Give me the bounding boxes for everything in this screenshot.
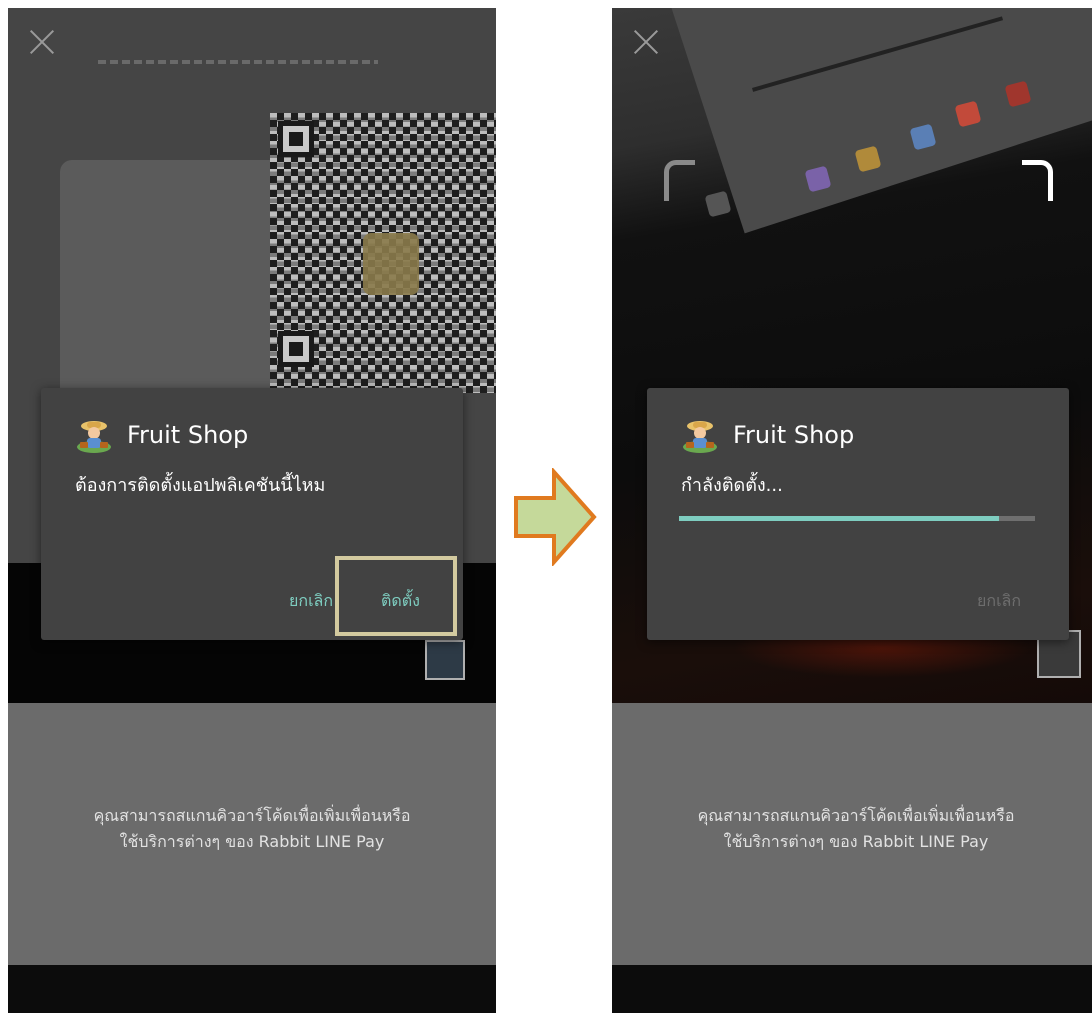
right-arrow-icon (514, 468, 597, 566)
install-progress-fill (679, 516, 1000, 521)
qr-finder-pattern (278, 331, 314, 367)
scan-info-line-1: คุณสามารถสแกนคิวอาร์โค้ดเพื่อเพิ่มเพื่อน… (93, 806, 411, 825)
app-name: Fruit Shop (733, 421, 855, 449)
qr-finder-pattern (278, 121, 314, 157)
installing-status: กำลังติดตั้ง... (681, 475, 783, 496)
close-icon[interactable] (630, 26, 662, 58)
scan-frame-corner (1022, 160, 1053, 201)
scan-frame-corner (664, 160, 695, 201)
installing-dialog: Fruit Shop กำลังติดตั้ง... ยกเลิก (647, 388, 1069, 640)
navigation-bar (612, 965, 1092, 1013)
scan-info-line-2: ใช้บริการต่างๆ ของ Rabbit LINE Pay (723, 832, 989, 851)
install-button-highlight (335, 556, 457, 636)
close-icon[interactable] (26, 26, 58, 58)
info-panel: คุณสามารถสแกนคิวอาร์โค้ดเพื่อเพิ่มเพื่อน… (8, 703, 496, 965)
farmer-app-icon (77, 421, 111, 453)
background-app-icon (704, 190, 732, 218)
gallery-thumbnail[interactable] (425, 640, 465, 680)
info-panel: คุณสามารถสแกนคิวอาร์โค้ดเพื่อเพิ่มเพื่อน… (612, 703, 1092, 965)
navigation-bar (8, 965, 496, 1013)
cancel-button[interactable]: ยกเลิก (281, 583, 341, 620)
install-progress-bar (679, 516, 1035, 521)
qr-center-logo (363, 233, 419, 295)
phone-screen-installing: คุณสามารถสแกนคิวอาร์โค้ดเพื่อเพิ่มเพื่อน… (612, 8, 1092, 1013)
scan-info-text: คุณสามารถสแกนคิวอาร์โค้ดเพื่อเพิ่มเพื่อน… (612, 803, 1092, 855)
dialog-header: Fruit Shop (681, 416, 854, 454)
scan-info-text: คุณสามารถสแกนคิวอาร์โค้ดเพื่อเพิ่มเพื่อน… (8, 803, 496, 855)
paper-text-line (98, 60, 378, 64)
farmer-app-icon (683, 421, 717, 453)
install-dialog: Fruit Shop ต้องการติดตั้งแอปพลิเคชันนี้ไ… (41, 388, 463, 640)
scan-info-line-2: ใช้บริการต่างๆ ของ Rabbit LINE Pay (119, 832, 385, 851)
phone-screen-install-prompt: คุณสามารถสแกนคิวอาร์โค้ดเพื่อเพิ่มเพื่อน… (8, 8, 496, 1013)
scan-info-line-1: คุณสามารถสแกนคิวอาร์โค้ดเพื่อเพิ่มเพื่อน… (697, 806, 1015, 825)
app-name: Fruit Shop (127, 421, 249, 449)
dialog-header: Fruit Shop (75, 416, 248, 454)
install-question: ต้องการติดตั้งแอปพลิเคชันนี้ไหม (75, 475, 326, 496)
cancel-button[interactable]: ยกเลิก (969, 583, 1029, 620)
